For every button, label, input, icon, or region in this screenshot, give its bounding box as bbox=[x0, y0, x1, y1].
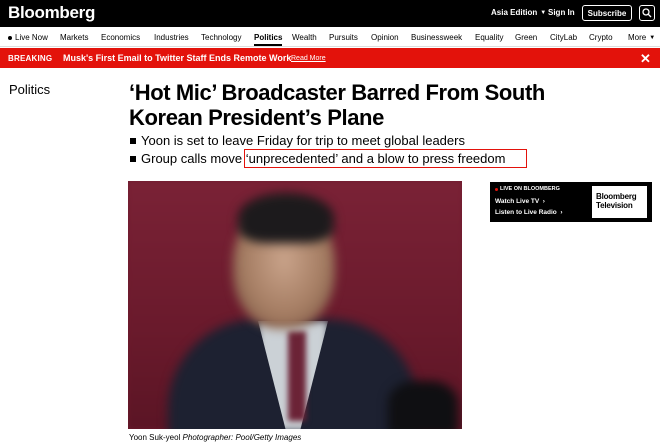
nav-more-menu[interactable]: More ▼ bbox=[628, 33, 655, 42]
nav-item-technology[interactable]: Technology bbox=[201, 33, 241, 42]
tv-logo-line1: Bloomberg bbox=[596, 192, 637, 201]
breaking-read-more-link[interactable]: Read More bbox=[291, 55, 326, 62]
tv-logo-line2: Television bbox=[596, 201, 633, 210]
photo-credit: Photographer: Pool/Getty Images bbox=[182, 433, 302, 442]
live-now-link[interactable]: Live Now bbox=[8, 33, 48, 42]
abstract-text: Yoon is set to leave Friday for trip to … bbox=[141, 133, 465, 148]
photo-tie bbox=[288, 331, 306, 421]
article-photo[interactable] bbox=[128, 181, 462, 429]
nav-item-equality[interactable]: Equality bbox=[475, 33, 503, 42]
nav-item-wealth[interactable]: Wealth bbox=[292, 33, 317, 42]
watch-live-tv-label: Watch Live TV bbox=[495, 198, 540, 205]
search-button[interactable] bbox=[639, 5, 655, 21]
nav-item-businessweek[interactable]: Businessweek bbox=[411, 33, 462, 42]
live-dot-icon bbox=[8, 35, 12, 40]
photo-hair bbox=[238, 193, 334, 243]
breaking-headline[interactable]: Musk's First Email to Twitter Staff Ends… bbox=[63, 53, 291, 63]
nav-item-opinion[interactable]: Opinion bbox=[371, 33, 399, 42]
edition-label: Asia Edition bbox=[491, 8, 538, 17]
top-header: Bloomberg Asia Edition ▼ Sign In Subscri… bbox=[0, 0, 660, 27]
main-nav: Live Now Markets Economics Industries Te… bbox=[0, 27, 660, 47]
caption-text: Yoon Suk-yeol bbox=[129, 433, 181, 442]
bloomberg-television-logo[interactable]: Bloomberg Television bbox=[592, 186, 647, 218]
bullet-icon bbox=[130, 156, 136, 162]
nav-item-markets[interactable]: Markets bbox=[60, 33, 88, 42]
nav-item-green[interactable]: Green bbox=[515, 33, 537, 42]
section-label[interactable]: Politics bbox=[9, 82, 50, 97]
search-icon bbox=[642, 8, 652, 18]
chevron-down-icon: ▼ bbox=[649, 34, 656, 41]
live-dot-icon bbox=[495, 187, 498, 191]
nav-item-industries[interactable]: Industries bbox=[154, 33, 189, 42]
close-icon[interactable]: ✕ bbox=[640, 51, 651, 67]
chevron-right-icon: › bbox=[558, 209, 563, 216]
edition-selector[interactable]: Asia Edition ▼ bbox=[491, 8, 546, 17]
nav-item-citylab[interactable]: CityLab bbox=[550, 33, 577, 42]
breaking-news-bar: BREAKING Musk's First Email to Twitter S… bbox=[0, 48, 660, 68]
nav-item-pursuits[interactable]: Pursuits bbox=[329, 33, 358, 42]
watch-live-tv-link[interactable]: Watch Live TV › bbox=[495, 198, 545, 205]
photo-microphone bbox=[388, 381, 458, 429]
bloomberg-tv-widget: LIVE ON BLOOMBERG Watch Live TV › Listen… bbox=[490, 182, 652, 222]
chevron-down-icon: ▼ bbox=[540, 9, 547, 16]
photo-caption: Yoon Suk-yeol Photographer: Pool/Getty I… bbox=[129, 433, 301, 442]
article-title: ‘Hot Mic’ Broadcaster Barred From South … bbox=[129, 80, 545, 130]
breaking-tag: BREAKING bbox=[8, 54, 53, 63]
nav-more-label: More bbox=[628, 33, 647, 42]
sign-in-link[interactable]: Sign In bbox=[548, 8, 575, 17]
listen-live-radio-link[interactable]: Listen to Live Radio › bbox=[495, 209, 563, 216]
nav-item-crypto[interactable]: Crypto bbox=[589, 33, 613, 42]
bloomberg-logo[interactable]: Bloomberg bbox=[8, 3, 95, 23]
live-on-bloomberg: LIVE ON BLOOMBERG bbox=[495, 186, 560, 192]
subscribe-button[interactable]: Subscribe bbox=[582, 5, 632, 21]
nav-item-economics[interactable]: Economics bbox=[101, 33, 140, 42]
nav-active-indicator bbox=[254, 44, 282, 46]
chevron-right-icon: › bbox=[541, 198, 545, 205]
bullet-icon bbox=[130, 138, 136, 144]
live-on-label: LIVE ON BLOOMBERG bbox=[500, 186, 560, 192]
listen-live-radio-label: Listen to Live Radio bbox=[495, 209, 557, 216]
nav-item-politics[interactable]: Politics bbox=[254, 33, 282, 42]
abstract-item: Yoon is set to leave Friday for trip to … bbox=[129, 132, 549, 150]
highlight-annotation bbox=[244, 149, 527, 168]
live-now-label: Live Now bbox=[15, 33, 48, 42]
